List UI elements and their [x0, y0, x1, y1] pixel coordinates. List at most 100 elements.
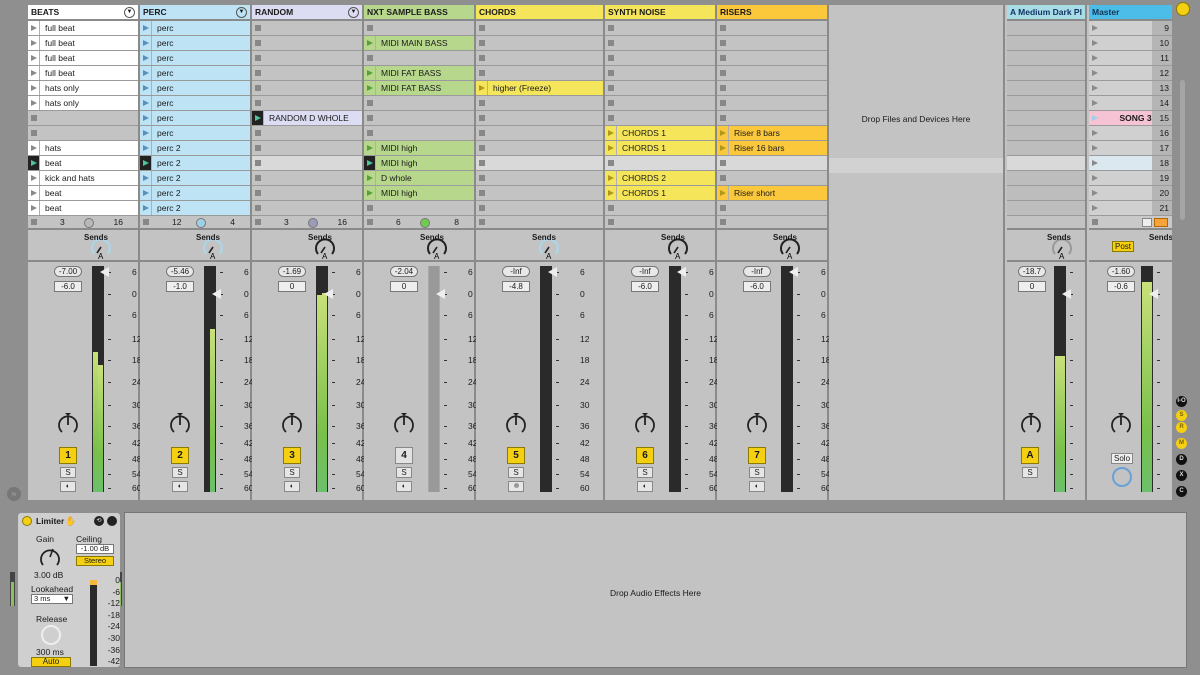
fold-icon[interactable]: ▼	[348, 7, 359, 18]
clip-slot[interactable]: MIDI FAT BASS	[364, 81, 474, 96]
clip-stop-button[interactable]	[605, 81, 617, 95]
clip-slot[interactable]: beat	[28, 186, 138, 201]
clip-stop-button[interactable]	[476, 126, 488, 140]
clip-slot[interactable]: kick and hats	[28, 171, 138, 186]
empty-slot[interactable]	[717, 156, 827, 171]
clip-launch-button[interactable]	[605, 171, 617, 185]
pan-knob[interactable]	[1110, 412, 1132, 438]
clip-slot[interactable]: MIDI high	[364, 186, 474, 201]
clip-stop-button[interactable]	[717, 36, 729, 50]
ceiling-field[interactable]: -1.00 dB	[76, 544, 114, 554]
empty-slot[interactable]	[605, 36, 715, 51]
clip-slot[interactable]: full beat	[28, 21, 138, 36]
clip-stop-button[interactable]	[476, 186, 488, 200]
clip-launch-button[interactable]	[605, 186, 617, 200]
clip-launch-button[interactable]	[28, 21, 40, 35]
clip-stop-button[interactable]	[717, 171, 729, 185]
scene[interactable]: 9	[1089, 21, 1172, 36]
clip-stop-button[interactable]	[717, 201, 729, 215]
toggle-c[interactable]: C	[1176, 486, 1187, 497]
empty-slot[interactable]	[476, 171, 603, 186]
clip-stop-button[interactable]	[605, 66, 617, 80]
clip-slot[interactable]: perc 2	[140, 141, 250, 156]
empty-slot[interactable]	[717, 81, 827, 96]
volume-value[interactable]: -1.69	[278, 266, 306, 277]
clip-launch-button[interactable]	[28, 186, 40, 200]
clip-launch-button[interactable]	[28, 171, 40, 185]
empty-slot[interactable]	[605, 21, 715, 36]
track-header[interactable]: RISERS	[717, 5, 827, 21]
arm-button[interactable]	[508, 481, 524, 492]
pan-knob[interactable]	[1020, 412, 1042, 438]
pan-value[interactable]: -6.0	[631, 281, 659, 292]
clip-stop-button[interactable]	[252, 141, 264, 155]
clip-stop-button[interactable]	[364, 51, 376, 65]
volume-value[interactable]: -7.00	[54, 266, 82, 277]
clip-slot[interactable]: beat	[28, 156, 138, 171]
pan-value[interactable]: -4.8	[502, 281, 530, 292]
volume-fader-handle[interactable]	[1062, 289, 1071, 299]
pan-knob[interactable]	[169, 412, 191, 438]
pan-knob[interactable]	[281, 412, 303, 438]
clip-slot[interactable]: MIDI high	[364, 156, 474, 171]
volume-value[interactable]: -1.60	[1107, 266, 1135, 277]
clip-slot[interactable]: perc 2	[140, 156, 250, 171]
pan-knob[interactable]	[393, 412, 415, 438]
scene[interactable]: 20	[1089, 186, 1172, 201]
clip-stop-button[interactable]	[252, 156, 264, 170]
clip-stop-button[interactable]	[605, 201, 617, 215]
pan-value[interactable]: -6.0	[743, 281, 771, 292]
clip-launch-button[interactable]	[28, 96, 40, 110]
solo-button[interactable]: S	[60, 467, 76, 478]
toggle-m[interactable]: M	[1176, 438, 1187, 449]
clip-stop-button[interactable]	[605, 96, 617, 110]
scene-launch-button[interactable]	[1089, 141, 1101, 155]
clip-slot[interactable]: perc	[140, 111, 250, 126]
clip-slot[interactable]: perc	[140, 66, 250, 81]
solo-button[interactable]: S	[637, 467, 653, 478]
clip-slot[interactable]: CHORDS 2	[605, 171, 715, 186]
clip-stop-button[interactable]	[476, 201, 488, 215]
track-header[interactable]: NXT SAMPLE BASS	[364, 5, 474, 21]
scene[interactable]: 14	[1089, 96, 1172, 111]
clip-stop-button[interactable]	[717, 96, 729, 110]
clip-launch-button[interactable]	[28, 201, 40, 215]
clip-slot[interactable]: full beat	[28, 51, 138, 66]
track-header[interactable]: BEATS ▼	[28, 5, 138, 21]
clip-slot[interactable]: perc 2	[140, 201, 250, 216]
empty-slot[interactable]	[605, 66, 715, 81]
clip-slot[interactable]: hats	[28, 141, 138, 156]
clip-slot[interactable]: Riser 8 bars	[717, 126, 827, 141]
volume-fader-handle[interactable]	[548, 267, 557, 277]
clip-launch-button[interactable]	[140, 111, 152, 125]
clip-slot[interactable]: hats only	[28, 81, 138, 96]
scene[interactable]: 13	[1089, 81, 1172, 96]
gain-knob[interactable]	[38, 546, 62, 568]
stop-all-icon[interactable]	[720, 219, 726, 225]
session-view-toggle[interactable]	[1176, 2, 1190, 16]
empty-slot[interactable]	[605, 81, 715, 96]
clip-launch-button[interactable]	[140, 36, 152, 50]
clip-stop-button[interactable]	[605, 21, 617, 35]
scene[interactable]: 11	[1089, 51, 1172, 66]
pan-value[interactable]: -6.0	[54, 281, 82, 292]
clip-launch-button[interactable]	[364, 66, 376, 80]
monitor-button[interactable]: ◐	[284, 481, 300, 492]
clip-launch-button[interactable]	[28, 66, 40, 80]
clip-launch-button[interactable]	[140, 66, 152, 80]
empty-slot[interactable]	[476, 96, 603, 111]
empty-slot[interactable]	[717, 111, 827, 126]
empty-slot[interactable]	[476, 21, 603, 36]
clip-stop-button[interactable]	[252, 66, 264, 80]
toggle-x[interactable]: X	[1176, 470, 1187, 481]
clip-launch-button[interactable]	[140, 81, 152, 95]
empty-slot[interactable]	[364, 51, 474, 66]
empty-slot[interactable]	[476, 201, 603, 216]
clip-launch-button[interactable]	[364, 141, 376, 155]
toggle-d[interactable]: D	[1176, 454, 1187, 465]
clip-launch-button[interactable]	[140, 201, 152, 215]
clip-stop-button[interactable]	[717, 66, 729, 80]
empty-slot[interactable]	[252, 126, 362, 141]
scene-launch-button[interactable]	[1089, 51, 1101, 65]
track-activator-button[interactable]: 1	[59, 447, 77, 464]
